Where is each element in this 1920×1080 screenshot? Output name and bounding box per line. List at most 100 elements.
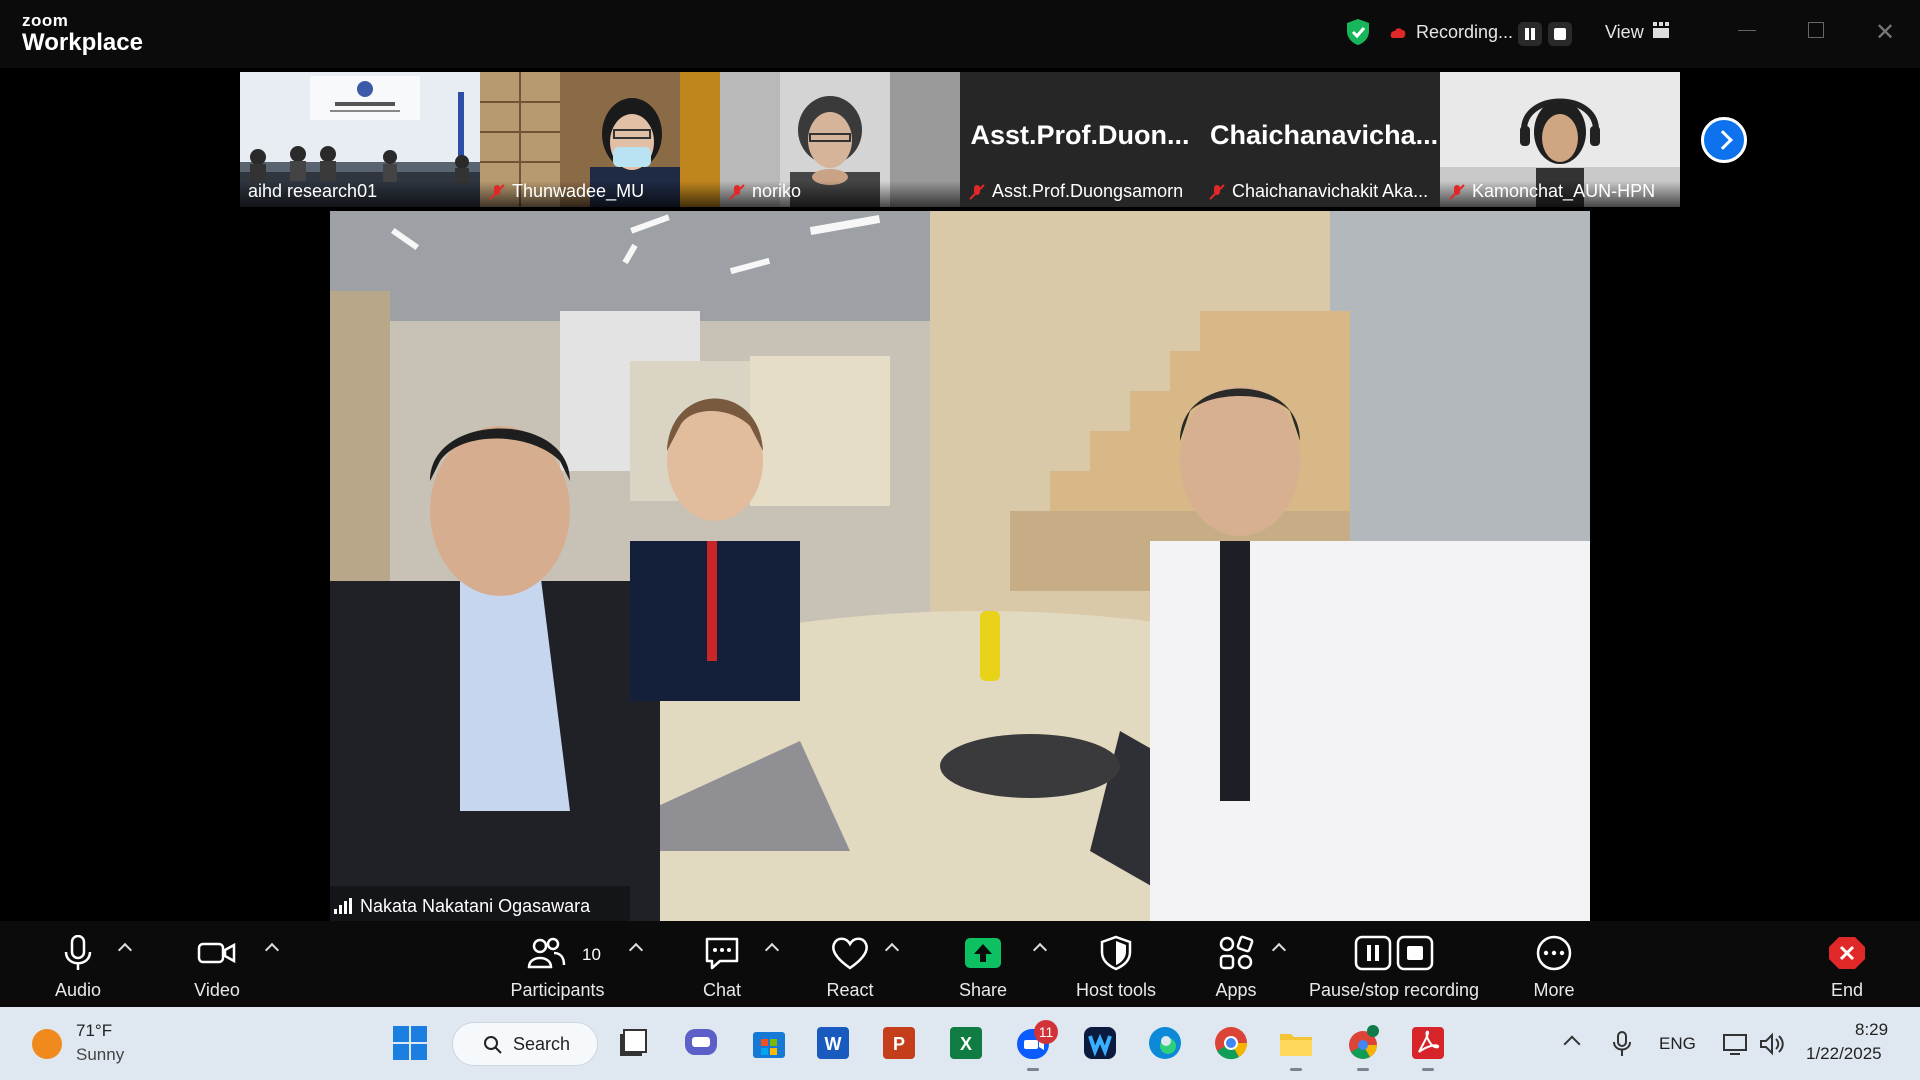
speaker-label: Nakata Nakatani Ogasawara [330,893,590,919]
file-explorer-icon[interactable] [1277,1024,1315,1062]
next-page-button[interactable] [1701,117,1747,163]
stop-recording-button[interactable] [1548,22,1572,46]
participant-strip: aihd research01 Thunwadee_MU noriko Asst… [240,72,1680,207]
participant-tile[interactable]: Kamonchat_AUN-HPN [1440,72,1680,207]
react-label: React [826,980,874,1000]
participant-tile[interactable]: Asst.Prof.Duon... Asst.Prof.Duongsamorn [960,72,1200,207]
microphone-tray-icon[interactable] [1612,1030,1632,1058]
participant-tile[interactable]: aihd research01 [240,72,480,207]
participant-name: Thunwadee_MU [512,181,645,201]
pause-stop-label: Pause/stop recording [1308,980,1480,1000]
microsoft-store-icon[interactable] [750,1024,788,1062]
sunny-weather-icon[interactable] [32,1029,62,1059]
more-button[interactable]: More [1514,921,1594,1007]
audio-options-caret-icon[interactable] [117,942,133,958]
brand-large: Workplace [22,29,143,56]
running-indicator [1422,1068,1434,1071]
participant-tile[interactable]: Thunwadee_MU [480,72,720,207]
share-arrow-icon [965,938,1001,968]
participant-name: aihd research01 [248,181,378,201]
video-options-caret-icon[interactable] [264,942,280,958]
share-screen-button[interactable]: Share [943,921,1023,1007]
chat-button[interactable]: Chat [682,921,762,1007]
windows-start-icon[interactable] [391,1024,429,1062]
clock-time[interactable]: 8:29 [1855,1020,1888,1040]
host-tools-label: Host tools [1075,980,1157,1000]
svg-text:P: P [893,1034,905,1054]
title-bar: zoom Workplace Recording... View ✕ [0,0,1920,68]
chrome-icon[interactable] [1212,1024,1250,1062]
share-options-caret-icon[interactable] [1032,942,1048,958]
chat-label: Chat [702,980,742,1000]
minimize-button[interactable] [1738,30,1756,31]
heart-icon [832,937,868,970]
weather-temperature[interactable]: 71°F [76,1021,112,1041]
participants-label: Participants [510,980,605,1000]
apps-label: Apps [1215,980,1257,1000]
meeting-controls: Audio Video Participants 10 Chat React S… [0,921,1920,1007]
running-indicator [1027,1068,1039,1071]
apps-button[interactable]: Apps [1196,921,1276,1007]
pause-stop-recording-button[interactable]: Pause/stop recording [1300,921,1488,1007]
muted-mic-icon [1209,184,1225,200]
view-button[interactable]: View [1605,22,1644,43]
participant-display-name: Chaichanavicha... [1210,120,1439,150]
apps-icon [1219,935,1254,970]
chat-options-caret-icon[interactable] [764,942,780,958]
edge-icon[interactable] [1146,1024,1184,1062]
react-button[interactable]: React [810,921,890,1007]
search-icon [484,1036,502,1054]
participants-icon [527,937,566,969]
main-video[interactable] [330,211,1590,921]
cloud-recording-icon [1390,28,1406,38]
taskbar-search[interactable]: Search [452,1022,598,1066]
word-icon[interactable]: W [814,1024,852,1062]
participant-tile[interactable]: noriko [720,72,960,207]
speaker-video-feed [330,211,1590,921]
weather-condition[interactable]: Sunny [76,1045,124,1065]
svg-text:X: X [960,1034,972,1054]
chrome-profile-icon[interactable] [1344,1024,1382,1062]
zoom-logo: zoom Workplace [22,12,143,55]
participants-options-caret-icon[interactable] [628,942,644,958]
volume-icon[interactable] [1758,1032,1786,1056]
muted-mic-icon [1449,184,1465,200]
pause-recording-button[interactable] [1518,22,1542,46]
participant-name: Kamonchat_AUN-HPN [1472,181,1656,201]
participant-tile[interactable]: Chaichanavicha... Chaichanavichakit Aka.… [1200,72,1440,207]
close-window-button[interactable]: ✕ [1875,18,1895,47]
muted-mic-icon [729,184,745,200]
end-label: End [1830,980,1864,1000]
recording-label[interactable]: Recording... [1416,22,1513,43]
chat-bubble-icon [705,937,739,970]
zoom-notification-badge: 11 [1034,1020,1058,1044]
security-shield-icon[interactable] [1345,18,1371,46]
end-call-icon [1829,937,1865,969]
acrobat-icon[interactable] [1409,1024,1447,1062]
speaker-name: Nakata Nakatani Ogasawara [360,895,591,916]
audio-button[interactable]: Audio [38,921,118,1007]
more-label: More [1533,980,1575,1000]
grid-view-icon[interactable] [1653,22,1669,38]
task-view-icon[interactable] [614,1024,652,1062]
audio-label: Audio [54,980,102,1000]
participant-name: Chaichanavichakit Aka... [1232,181,1429,201]
network-icon[interactable] [1722,1032,1750,1056]
teams-chat-icon[interactable] [682,1024,720,1062]
host-tools-button[interactable]: Host tools [1066,921,1166,1007]
share-label: Share [958,980,1008,1000]
powerpoint-icon[interactable]: P [880,1024,918,1062]
video-camera-icon [197,942,236,964]
clock-date[interactable]: 1/22/2025 [1806,1044,1882,1064]
webex-icon[interactable] [1081,1024,1119,1062]
language-indicator[interactable]: ENG [1659,1034,1696,1054]
maximize-button[interactable] [1808,22,1824,38]
end-meeting-button[interactable]: End [1807,921,1887,1007]
pause-stop-icon [1354,935,1434,971]
participant-display-name: Asst.Prof.Duon... [970,120,1190,150]
muted-mic-icon [969,184,985,200]
video-button[interactable]: Video [177,921,257,1007]
brand-small: zoom [22,11,69,30]
excel-icon[interactable]: X [947,1024,985,1062]
shield-icon [1100,935,1132,971]
